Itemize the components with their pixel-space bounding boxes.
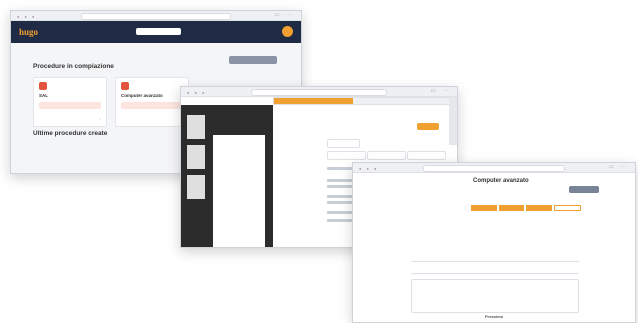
search-input[interactable] (136, 28, 181, 35)
address-bar[interactable] (423, 165, 565, 172)
action-button[interactable] (569, 186, 599, 193)
card-alert (39, 102, 101, 109)
new-procedure-button[interactable] (229, 56, 277, 64)
step-tab[interactable] (498, 205, 524, 211)
card-alert (121, 102, 183, 109)
browser-menu-icon[interactable]: ▭ ⋯ (609, 164, 629, 170)
form-field[interactable] (327, 139, 360, 148)
app-header: hugo (11, 21, 301, 43)
window-controls-icon[interactable]: ● ● ● (359, 166, 378, 171)
address-bar[interactable] (81, 13, 231, 20)
browser-chrome: ● ● ● ▭ ⋯ (181, 87, 457, 97)
page-title: Computer avanzato (473, 178, 529, 184)
step-tab[interactable] (553, 205, 581, 211)
progress-fill (274, 98, 354, 104)
form-field[interactable] (327, 151, 366, 160)
page-thumbnail[interactable] (187, 175, 205, 199)
procedure-card[interactable]: SAL › (33, 77, 107, 127)
page-thumbnail[interactable] (187, 145, 205, 169)
browser-chrome: ● ● ● ▭ ⋯ (353, 163, 635, 173)
form-field[interactable] (367, 151, 406, 160)
avatar[interactable] (282, 26, 293, 37)
page-title: Procedure in compiazione (33, 63, 114, 70)
address-bar[interactable] (251, 89, 387, 96)
form-field[interactable] (407, 151, 446, 160)
step-tab[interactable] (471, 205, 497, 211)
document-icon (121, 82, 129, 90)
computer-form-window: ● ● ● ▭ ⋯ Computer avanzato Prossimo (352, 162, 636, 323)
browser-menu-icon[interactable]: ▭ ⋯ (275, 12, 295, 18)
pdf-viewer[interactable] (181, 105, 273, 247)
card-title: Computer avanzato (121, 93, 163, 98)
window-controls-icon[interactable]: ● ● ● (17, 14, 36, 19)
page-thumbnail[interactable] (187, 115, 205, 139)
procedure-card[interactable]: Computer avanzato › (115, 77, 189, 127)
card-title: SAL (39, 93, 48, 98)
section-title: Ultime procedure create (33, 130, 108, 137)
card-alert-text (121, 112, 124, 116)
app-logo[interactable]: hugo (19, 27, 38, 37)
step-tab[interactable] (526, 205, 552, 211)
progress-bar (273, 97, 451, 105)
next-button[interactable]: Prossimo (353, 314, 635, 319)
form-field[interactable] (411, 263, 579, 274)
form-field[interactable] (411, 251, 579, 262)
step-tabs (471, 205, 581, 211)
window-controls-icon[interactable]: ● ● ● (187, 90, 206, 95)
status-chip[interactable] (417, 123, 439, 130)
document-icon (39, 82, 47, 90)
pdf-page (213, 135, 265, 247)
side-panel-tab[interactable] (449, 97, 457, 145)
browser-chrome: ● ● ● ▭ ⋯ (11, 11, 301, 21)
notes-textarea[interactable] (411, 279, 579, 313)
card-alert-text (39, 112, 42, 116)
browser-menu-icon[interactable]: ▭ ⋯ (431, 88, 451, 94)
chevron-right-icon[interactable]: › (100, 116, 101, 121)
